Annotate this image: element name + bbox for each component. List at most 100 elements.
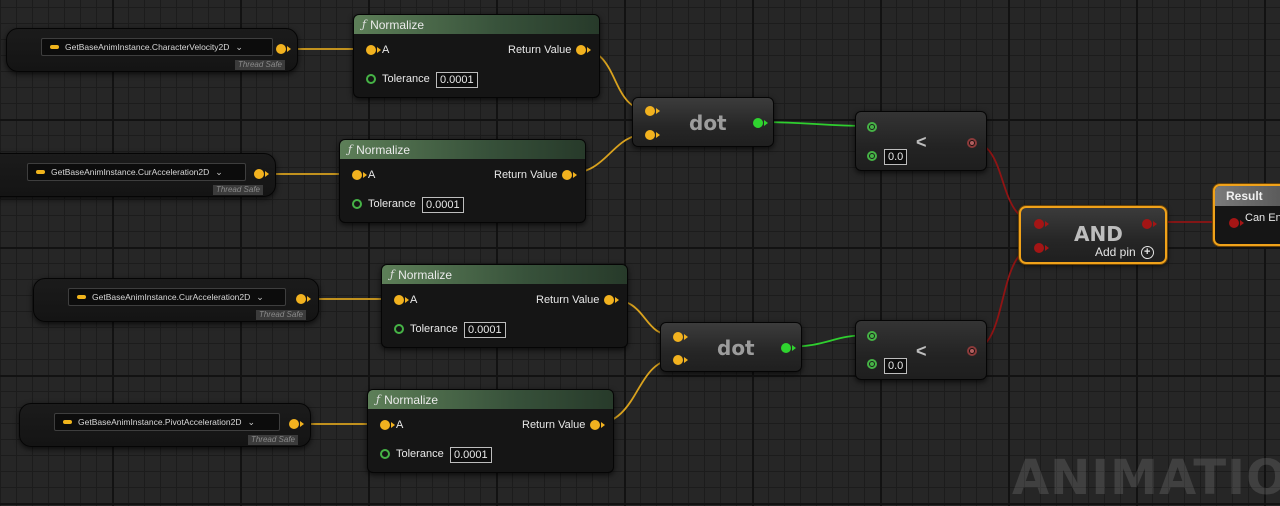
output-label-return-value: Return Value bbox=[536, 294, 600, 306]
dot-node-2[interactable]: dot bbox=[660, 322, 802, 372]
float-type-icon bbox=[50, 45, 59, 49]
input-pin-a[interactable] bbox=[366, 45, 381, 55]
tolerance-pin[interactable] bbox=[352, 199, 362, 209]
variable-dropdown[interactable]: GetBaseAnimInstance.CurAcceleration2D ⌄ bbox=[68, 288, 286, 306]
input-label-a: A bbox=[396, 419, 404, 431]
node-title: Normalize bbox=[356, 142, 411, 157]
tolerance-label: Tolerance bbox=[368, 198, 416, 210]
tolerance-input[interactable]: 0.0001 bbox=[436, 72, 478, 88]
function-icon: ƒ bbox=[362, 18, 367, 31]
less-output-pin[interactable] bbox=[967, 138, 977, 148]
and-node[interactable]: AND Add pin + bbox=[1019, 206, 1167, 264]
variable-dropdown[interactable]: GetBaseAnimInstance.PivotAcceleration2D … bbox=[54, 413, 280, 431]
normalize-node-1[interactable]: ƒ Normalize A Return Value Tolerance 0.00… bbox=[353, 14, 600, 98]
input-label-a: A bbox=[368, 169, 376, 181]
getter-node-cur-acceleration-2[interactable]: GetBaseAnimInstance.CurAcceleration2D ⌄ … bbox=[33, 278, 319, 322]
input-pin-a[interactable] bbox=[380, 420, 395, 430]
node-title: Normalize bbox=[384, 392, 439, 407]
dot-input-pin-b[interactable] bbox=[645, 130, 660, 140]
compare-value-input[interactable]: 0.0 bbox=[884, 149, 908, 165]
input-pin-a[interactable] bbox=[352, 170, 367, 180]
dot-input-pin-b[interactable] bbox=[673, 355, 688, 365]
output-pin-return-value[interactable] bbox=[562, 170, 577, 180]
tolerance-label: Tolerance bbox=[410, 323, 458, 335]
variable-dropdown[interactable]: GetBaseAnimInstance.CurAcceleration2D ⌄ bbox=[27, 163, 246, 181]
variable-name: GetBaseAnimInstance.CharacterVelocity2D bbox=[65, 42, 230, 52]
getter-node-cur-acceleration-1[interactable]: GetBaseAnimInstance.CurAcceleration2D ⌄ … bbox=[0, 153, 276, 197]
and-input-pin-a[interactable] bbox=[1034, 219, 1049, 229]
node-title: dot bbox=[689, 111, 727, 135]
dot-output-pin[interactable] bbox=[753, 118, 768, 128]
thread-safe-badge: Thread Safe bbox=[212, 185, 263, 195]
thread-safe-badge: Thread Safe bbox=[255, 310, 306, 320]
dot-input-pin-a[interactable] bbox=[645, 106, 660, 116]
node-title: AND bbox=[1074, 222, 1123, 246]
normalize-node-3[interactable]: ƒ Normalize A Return Value Tolerance 0.00… bbox=[381, 264, 628, 348]
dot-output-pin[interactable] bbox=[781, 343, 796, 353]
less-input-pin-b[interactable] bbox=[867, 151, 877, 161]
less-input-pin-b[interactable] bbox=[867, 359, 877, 369]
input-pin-a[interactable] bbox=[394, 295, 409, 305]
add-pin-button[interactable]: Add pin + bbox=[1095, 245, 1154, 259]
chevron-down-icon: ⌄ bbox=[215, 166, 223, 177]
variable-name: GetBaseAnimInstance.CurAcceleration2D bbox=[92, 292, 251, 302]
node-header: ƒ Normalize bbox=[340, 140, 585, 159]
thread-safe-badge: Thread Safe bbox=[234, 60, 285, 70]
and-input-pin-b[interactable] bbox=[1034, 243, 1049, 253]
result-input-pin[interactable] bbox=[1229, 218, 1244, 228]
node-title: Normalize bbox=[398, 267, 453, 282]
variable-name: GetBaseAnimInstance.PivotAcceleration2D bbox=[78, 417, 242, 427]
tolerance-pin[interactable] bbox=[394, 324, 404, 334]
function-icon: ƒ bbox=[390, 268, 395, 281]
result-node[interactable]: Result Can En bbox=[1213, 184, 1280, 246]
result-header: Result bbox=[1215, 186, 1280, 206]
normalize-node-2[interactable]: ƒ Normalize A Return Value Tolerance 0.00… bbox=[339, 139, 586, 223]
tolerance-input[interactable]: 0.0001 bbox=[422, 197, 464, 213]
tolerance-label: Tolerance bbox=[382, 73, 430, 85]
tolerance-pin[interactable] bbox=[380, 449, 390, 459]
node-header: ƒ Normalize bbox=[382, 265, 627, 284]
output-label-return-value: Return Value bbox=[494, 169, 558, 181]
output-label-return-value: Return Value bbox=[522, 419, 586, 431]
normalize-node-4[interactable]: ƒ Normalize A Return Value Tolerance 0.00… bbox=[367, 389, 614, 473]
dot-node-1[interactable]: dot bbox=[632, 97, 774, 147]
tolerance-input[interactable]: 0.0001 bbox=[464, 322, 506, 338]
less-input-pin-a[interactable] bbox=[867, 122, 877, 132]
node-header: ƒ Normalize bbox=[368, 390, 613, 409]
result-pin-label: Can En bbox=[1245, 212, 1280, 224]
add-pin-label: Add pin bbox=[1095, 245, 1136, 259]
getter-output-pin[interactable] bbox=[276, 44, 291, 54]
node-header: ƒ Normalize bbox=[354, 15, 599, 34]
output-pin-return-value[interactable] bbox=[576, 45, 591, 55]
less-than-node-1[interactable]: < 0.0 bbox=[855, 111, 987, 171]
less-input-pin-a[interactable] bbox=[867, 331, 877, 341]
float-type-icon bbox=[36, 170, 45, 174]
plus-circle-icon: + bbox=[1140, 245, 1154, 259]
chevron-down-icon: ⌄ bbox=[247, 416, 256, 427]
input-label-a: A bbox=[410, 294, 418, 306]
less-output-pin[interactable] bbox=[967, 346, 977, 356]
less-than-node-2[interactable]: < 0.0 bbox=[855, 320, 987, 380]
graph-watermark: ANIMATION bbox=[1012, 450, 1280, 506]
getter-output-pin[interactable] bbox=[254, 169, 269, 179]
thread-safe-badge: Thread Safe bbox=[247, 435, 298, 445]
getter-node-pivot-acceleration[interactable]: GetBaseAnimInstance.PivotAcceleration2D … bbox=[19, 403, 311, 447]
tolerance-label: Tolerance bbox=[396, 448, 444, 460]
float-type-icon bbox=[63, 420, 72, 424]
compare-value-input[interactable]: 0.0 bbox=[884, 358, 908, 374]
getter-output-pin[interactable] bbox=[296, 294, 311, 304]
node-title: dot bbox=[717, 336, 755, 360]
tolerance-input[interactable]: 0.0001 bbox=[450, 447, 492, 463]
function-icon: ƒ bbox=[348, 143, 353, 156]
output-pin-return-value[interactable] bbox=[590, 420, 605, 430]
node-title: Normalize bbox=[370, 17, 425, 32]
output-pin-return-value[interactable] bbox=[604, 295, 619, 305]
tolerance-pin[interactable] bbox=[366, 74, 376, 84]
getter-output-pin[interactable] bbox=[289, 419, 304, 429]
variable-name: GetBaseAnimInstance.CurAcceleration2D bbox=[51, 167, 210, 177]
and-output-pin[interactable] bbox=[1142, 219, 1157, 229]
dot-input-pin-a[interactable] bbox=[673, 332, 688, 342]
variable-dropdown[interactable]: GetBaseAnimInstance.CharacterVelocity2D … bbox=[41, 38, 273, 56]
input-label-a: A bbox=[382, 44, 390, 56]
getter-node-character-velocity[interactable]: GetBaseAnimInstance.CharacterVelocity2D … bbox=[6, 28, 298, 72]
